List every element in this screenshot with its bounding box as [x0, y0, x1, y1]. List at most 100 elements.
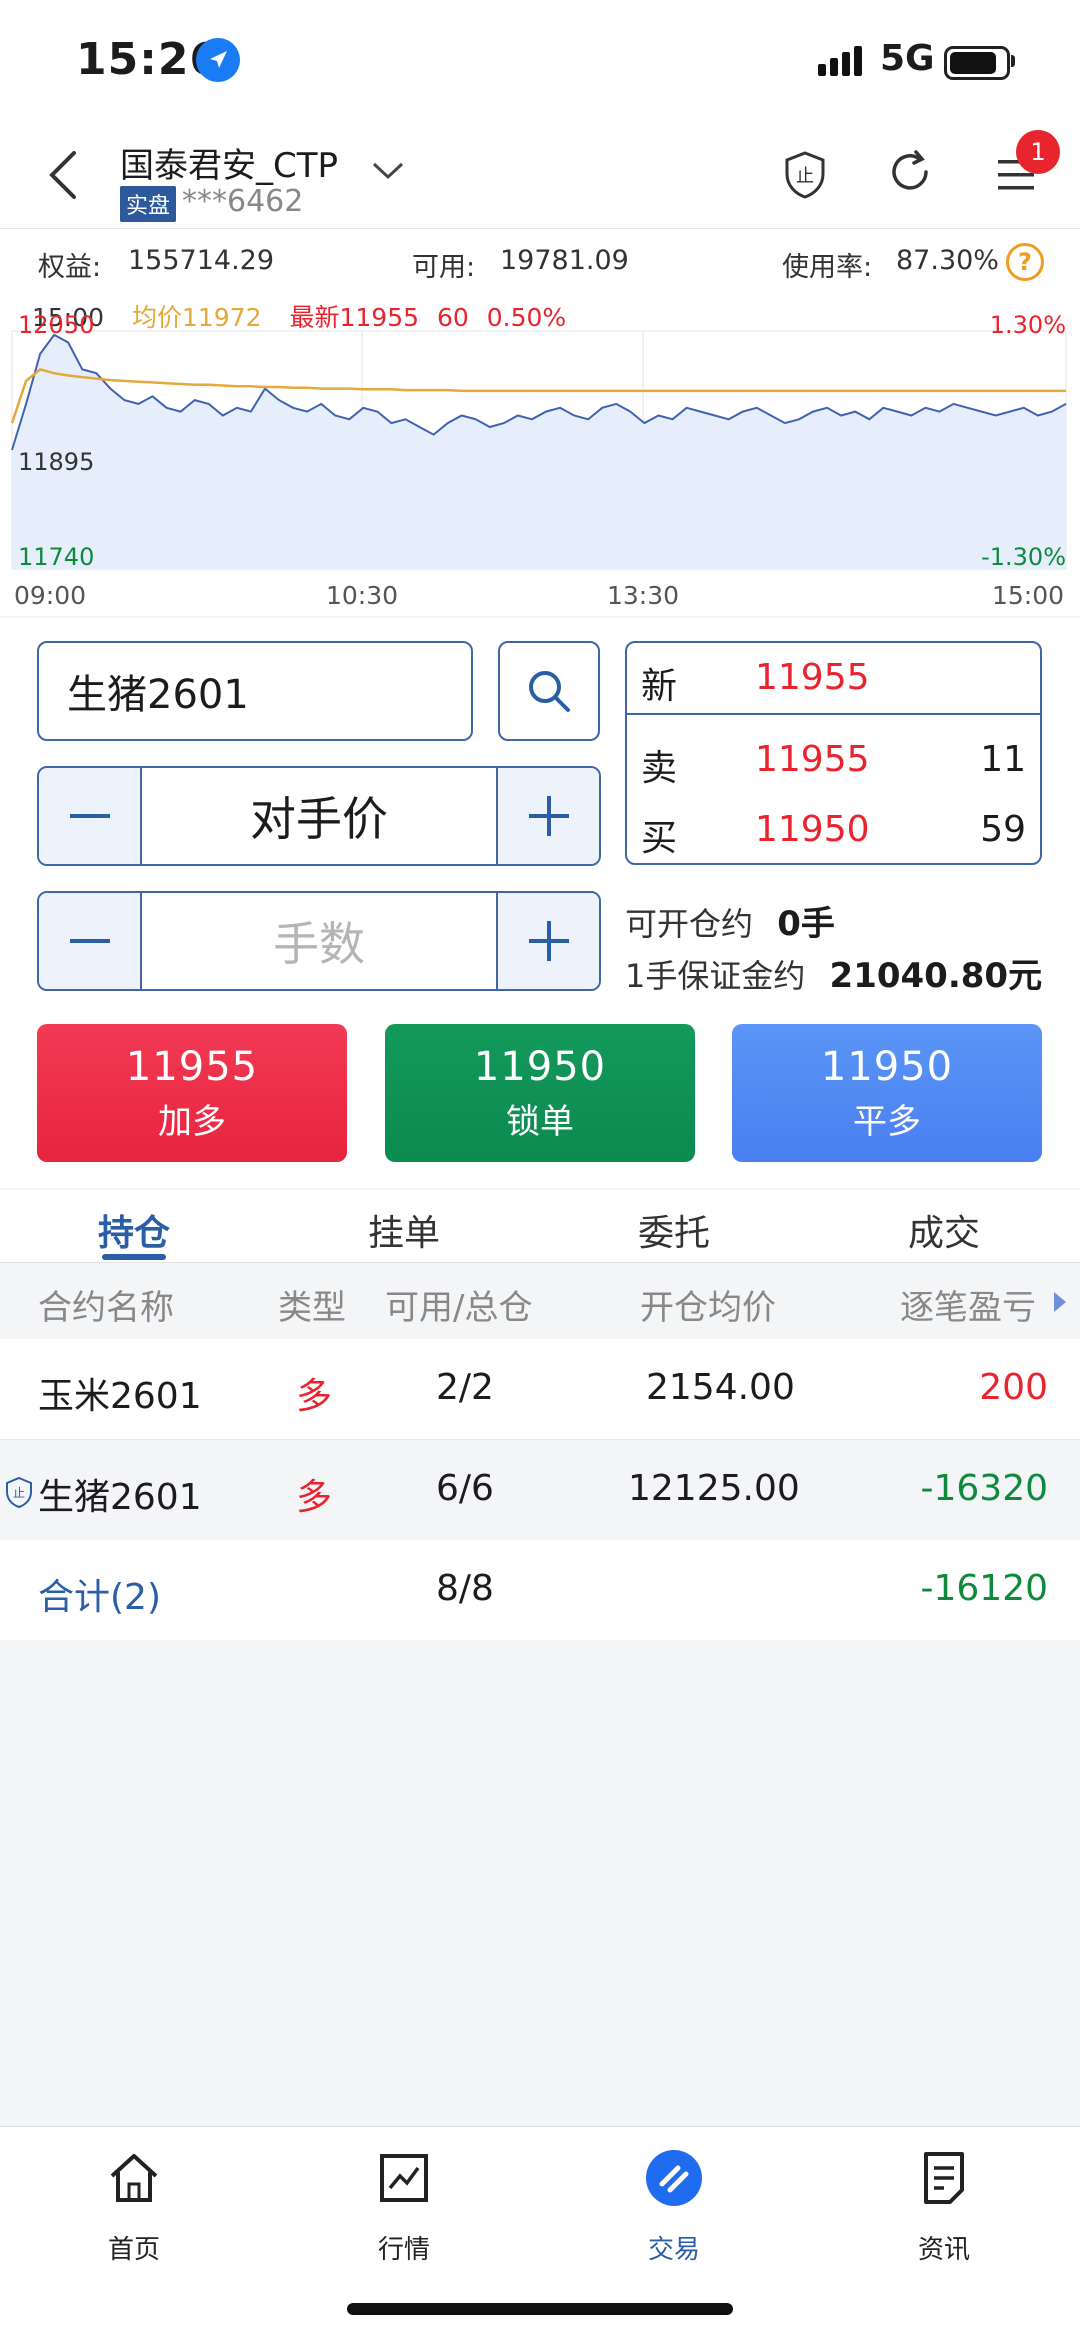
ask-row[interactable]: 卖 11955 11	[627, 725, 1040, 795]
svg-text:止: 止	[796, 166, 814, 187]
price-minus-button[interactable]	[39, 768, 142, 864]
y-tick-label: 12050	[18, 311, 94, 339]
last-price-row: 新 11955	[627, 643, 1040, 715]
row-contract: 玉米2601	[38, 1376, 202, 1417]
col-contract: 合约名称	[38, 1288, 174, 1328]
network-type: 5G	[880, 38, 935, 79]
price-area	[12, 334, 1066, 569]
x-tick-label: 15:00	[992, 581, 1064, 610]
plus-icon	[528, 796, 569, 836]
equity-value: 155714.29	[128, 245, 275, 276]
usage-label: 使用率:	[782, 252, 873, 283]
x-tick-label: 13:30	[607, 581, 679, 610]
lock-label: 锁单	[506, 1102, 574, 1142]
quantity-input[interactable]: 手数	[140, 893, 498, 989]
table-row[interactable]: 止 生猪2601 多 6/6 12125.00 -16320	[0, 1440, 1080, 1540]
quote-box: 新 11955 卖 11955 11 买 11950 59	[625, 641, 1042, 865]
plus-icon	[528, 921, 569, 961]
nav-trade-label: 交易	[647, 2235, 700, 2265]
close-long-label: 平多	[853, 1102, 921, 1142]
total-pnl: -16120	[920, 1568, 1048, 1609]
news-icon	[924, 2152, 964, 2204]
search-icon	[529, 671, 570, 712]
active-tab-indicator	[102, 1254, 166, 1260]
bid-row[interactable]: 买 11950 59	[627, 795, 1040, 865]
account-title[interactable]: 国泰君安_CTP	[120, 138, 338, 187]
nav-home[interactable]: 首页	[64, 2148, 204, 2266]
qty-minus-button[interactable]	[39, 893, 142, 989]
total-avail: 8/8	[436, 1568, 494, 1609]
account-summary: 权益: 155714.29 可用: 19781.09 使用率: 87.30%	[0, 229, 1080, 291]
nav-news[interactable]: 资讯	[874, 2148, 1014, 2266]
x-tick-label: 10:30	[326, 581, 398, 610]
help-icon[interactable]: ?	[1006, 243, 1044, 281]
table-row[interactable]: 玉米2601 多 2/2 2154.00 200	[0, 1339, 1080, 1440]
row-avg: 2154.00	[646, 1367, 795, 1408]
scroll-right-icon[interactable]	[1052, 1290, 1068, 1318]
price-plus-button[interactable]	[496, 768, 599, 864]
available-label: 可用:	[412, 252, 476, 283]
home-indicator	[347, 2303, 733, 2315]
close-long-button[interactable]: 11950 平多	[732, 1024, 1042, 1162]
positions-tabs: 持仓 挂单 委托 成交	[0, 1190, 1080, 1263]
buy-long-label: 加多	[158, 1102, 226, 1142]
row-contract: 生猪2601	[38, 1477, 202, 1518]
home-icon	[110, 2154, 158, 2202]
back-button[interactable]	[40, 145, 90, 205]
location-icon	[196, 38, 240, 82]
account-type-badge: 实盘	[120, 186, 177, 222]
bid-label: 买	[641, 818, 678, 859]
qty-plus-button[interactable]	[496, 893, 599, 989]
tab-orders[interactable]: 委托	[638, 1204, 710, 1256]
table-total-row: 合计(2) 8/8 -16120	[0, 1540, 1080, 1640]
row-type: 多	[296, 1376, 333, 1417]
total-label: 合计(2)	[38, 1577, 161, 1618]
nav-trade[interactable]: 交易	[604, 2148, 744, 2266]
tab-pending[interactable]: 挂单	[368, 1204, 440, 1256]
buy-long-button[interactable]: 11955 加多	[37, 1024, 347, 1162]
col-avail-total: 可用/总仓	[385, 1288, 533, 1328]
bid-volume: 59	[980, 809, 1026, 850]
open-label: 可开仓约	[625, 905, 754, 943]
open-value: 0手	[777, 904, 835, 944]
row-pnl: 200	[979, 1367, 1048, 1408]
signal-icon	[818, 44, 870, 80]
tab-trades[interactable]: 成交	[908, 1204, 980, 1256]
stop-loss-shield-icon[interactable]: 止	[782, 150, 828, 204]
close-long-price: 11950	[820, 1044, 954, 1090]
positions-table-header: 合约名称 类型 可用/总仓 开仓均价 逐笔盈亏	[0, 1264, 1080, 1338]
bid-price: 11950	[755, 809, 870, 850]
minus-icon	[69, 939, 110, 943]
notification-badge: 1	[1016, 130, 1060, 174]
battery-level	[950, 52, 996, 74]
chart-icon	[380, 2154, 428, 2202]
refresh-icon[interactable]	[888, 150, 934, 200]
margin-value: 21040.80元	[829, 956, 1043, 996]
last-label: 新	[641, 666, 678, 707]
buy-long-price: 11955	[125, 1044, 259, 1090]
col-avg-price: 开仓均价	[640, 1288, 776, 1328]
open-capacity: 可开仓约 0手	[625, 896, 835, 945]
chart-canvas: 12050 11895 11740 1.30% -1.30% 09:00 10:30 13:3…	[10, 311, 1067, 610]
search-button[interactable]	[498, 641, 600, 741]
y-tick-label: 11740	[18, 543, 94, 571]
nav-home-label: 首页	[107, 2235, 160, 2265]
stop-loss-shield-icon: 止	[6, 1476, 32, 1508]
available-value: 19781.09	[500, 245, 629, 276]
svg-text:止: 止	[13, 1486, 25, 1500]
last-price: 11955	[755, 657, 870, 698]
back-arrow-icon	[49, 151, 76, 199]
margin-label: 1手保证金约	[625, 957, 806, 995]
price-type[interactable]: 对手价	[140, 768, 498, 864]
minus-icon	[69, 814, 110, 818]
pct-tick-label: 1.30%	[990, 311, 1066, 339]
nav-market[interactable]: 行情	[334, 2148, 474, 2266]
tab-positions[interactable]: 持仓	[98, 1204, 170, 1256]
ask-volume: 11	[980, 739, 1026, 780]
ask-label: 卖	[641, 748, 678, 789]
chevron-down-icon[interactable]	[370, 160, 406, 186]
row-type: 多	[296, 1477, 333, 1518]
trade-icon	[646, 2150, 702, 2206]
symbol-input[interactable]: 生猪2601	[37, 641, 473, 741]
lock-button[interactable]: 11950 锁单	[385, 1024, 695, 1162]
